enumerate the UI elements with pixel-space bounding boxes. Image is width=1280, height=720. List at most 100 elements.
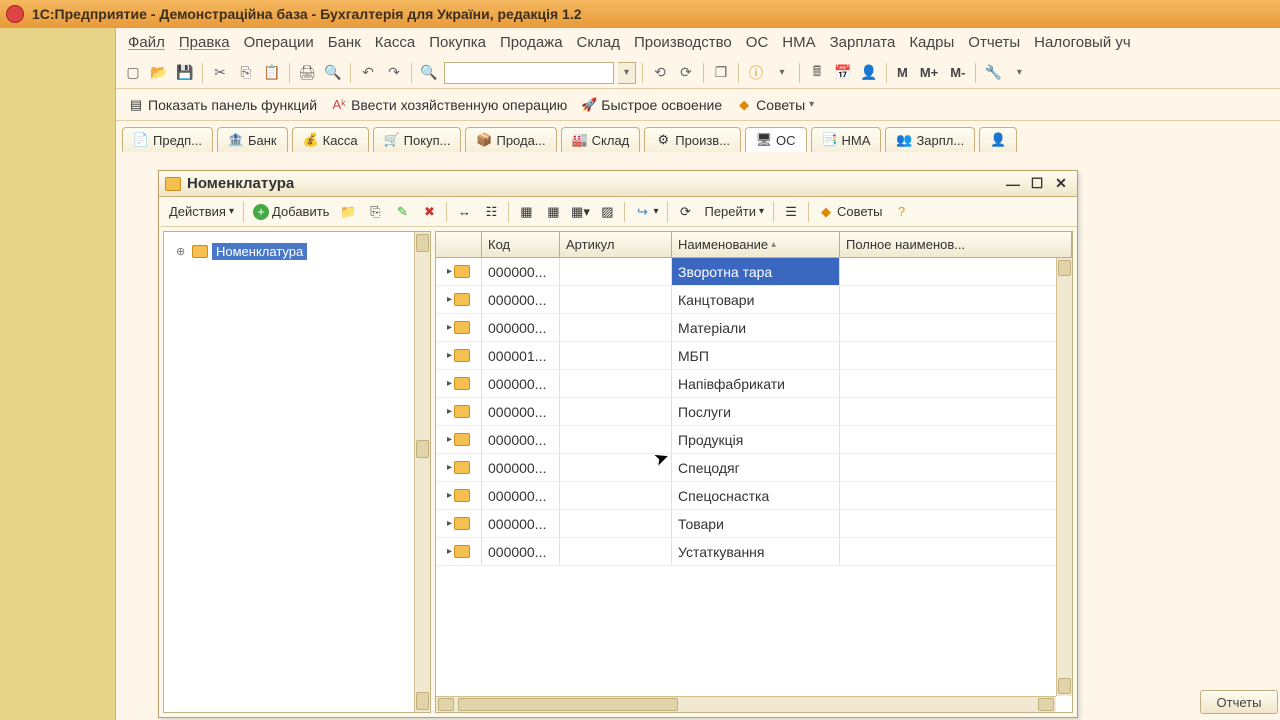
menu-warehouse[interactable]: Склад (571, 32, 626, 53)
actions-button[interactable]: Действия ▾ (165, 202, 238, 221)
menu-staff[interactable]: Кадры (903, 32, 960, 53)
tab-production[interactable]: ⚙Произв... (644, 127, 741, 152)
col-code[interactable]: Код (482, 232, 560, 257)
help-icon[interactable]: ? (890, 202, 914, 222)
table-row[interactable]: ▸000000...Послуги (436, 398, 1072, 426)
table-row[interactable]: ▸000000...Спецодяг (436, 454, 1072, 482)
table-row[interactable]: ▸000000...Устаткування (436, 538, 1072, 566)
window-titlebar[interactable]: Номенклатура — ☐ ✕ (159, 171, 1077, 197)
menu-cash[interactable]: Касса (369, 32, 421, 53)
tab-purchase[interactable]: 🛒Покуп... (373, 127, 462, 152)
move-icon[interactable]: ↔ (452, 202, 476, 222)
filter1-icon[interactable]: ▦ (514, 202, 538, 222)
delete-icon[interactable]: ✖ (417, 202, 441, 222)
tab-salary[interactable]: 👥Зарпл... (885, 127, 975, 152)
tree-root-item[interactable]: ⊕ Номенклатура (170, 240, 424, 263)
quick-start-button[interactable]: 🚀 Быстрое освоение (577, 95, 726, 115)
scroll-up-icon[interactable] (1058, 260, 1071, 276)
search-icon[interactable]: 🔍 (418, 62, 440, 84)
info-icon[interactable]: ⓘ (745, 62, 767, 84)
add-folder-icon[interactable]: 📁 (336, 202, 360, 222)
tab-cash[interactable]: 💰Касса (292, 127, 369, 152)
menu-os[interactable]: ОС (740, 32, 775, 53)
menu-bank[interactable]: Банк (322, 32, 367, 53)
tab-enterprise[interactable]: 📄Предп... (122, 127, 213, 152)
windows-icon[interactable]: ❐ (710, 62, 732, 84)
menu-nma[interactable]: НМА (776, 32, 821, 53)
col-fullname[interactable]: Полное наименов... (840, 232, 1072, 257)
calc-icon[interactable]: 🖩 (806, 62, 828, 84)
edit-icon[interactable]: ✎ (390, 202, 414, 222)
col-name[interactable]: Наименование▴ (672, 232, 840, 257)
tool-icon[interactable]: 🔧 (982, 62, 1004, 84)
menu-salary[interactable]: Зарплата (824, 32, 902, 53)
copy-icon[interactable]: ⎘ (235, 62, 257, 84)
maximize-button[interactable]: ☐ (1027, 175, 1047, 193)
scroll-left-icon[interactable] (438, 698, 454, 711)
minimize-button[interactable]: — (1003, 175, 1023, 193)
nav-icon[interactable]: ↪▾ (630, 202, 662, 222)
hierarchy-icon[interactable]: ☷ (479, 202, 503, 222)
col-icon[interactable] (436, 232, 482, 257)
info-dropdown-icon[interactable]: ▾ (771, 62, 793, 84)
tree-scrollbar[interactable] (414, 232, 430, 712)
menu-operations[interactable]: Операции (238, 32, 320, 53)
menu-sale[interactable]: Продажа (494, 32, 569, 53)
table-row[interactable]: ▸000000...Товари (436, 510, 1072, 538)
menu-production[interactable]: Производство (628, 32, 738, 53)
m-plus-button[interactable]: M+ (916, 65, 942, 80)
tab-warehouse[interactable]: 🏭Склад (561, 127, 641, 152)
filter2-icon[interactable]: ▦ (541, 202, 565, 222)
tab-more[interactable]: 👤 (979, 127, 1017, 152)
print-icon[interactable]: 🖨 (296, 62, 318, 84)
menu-reports[interactable]: Отчеты (962, 32, 1026, 53)
tab-os[interactable]: 🖥ОС (745, 127, 807, 152)
col-article[interactable]: Артикул (560, 232, 672, 257)
search-input[interactable] (444, 62, 614, 84)
scroll-thumb[interactable] (416, 440, 429, 458)
copy-row-icon[interactable]: ⎘ (363, 202, 387, 222)
open-icon[interactable]: 📂 (148, 62, 170, 84)
redo-icon[interactable]: ↷ (383, 62, 405, 84)
menu-edit[interactable]: Правка (173, 32, 236, 53)
m-button[interactable]: M (893, 65, 912, 80)
tab-sale[interactable]: 📦Прода... (465, 127, 556, 152)
tips-button[interactable]: ◆ Советы ▾ (732, 95, 818, 115)
save-icon[interactable]: 💾 (174, 62, 196, 84)
nav-prev-icon[interactable]: ⟲ (649, 62, 671, 84)
show-panel-button[interactable]: ▤ Показать панель функций (124, 95, 321, 115)
grid-hscrollbar[interactable] (436, 696, 1056, 712)
tab-nma[interactable]: 📑НМА (811, 127, 882, 152)
close-button[interactable]: ✕ (1051, 175, 1071, 193)
goto-button[interactable]: Перейти ▾ (700, 202, 768, 221)
nav-next-icon[interactable]: ⟳ (675, 62, 697, 84)
tab-bank[interactable]: 🏦Банк (217, 127, 288, 152)
scroll-right-icon[interactable] (1038, 698, 1054, 711)
add-button[interactable]: + Добавить (249, 202, 333, 222)
table-row[interactable]: ▸000000...Канцтовари (436, 286, 1072, 314)
table-row[interactable]: ▸000000...Спецоснастка (436, 482, 1072, 510)
expand-icon[interactable]: ⊕ (176, 245, 188, 258)
reports-button[interactable]: Отчеты (1200, 690, 1278, 714)
scroll-up-icon[interactable] (416, 234, 429, 252)
list-icon[interactable]: ☰ (779, 202, 803, 222)
tips-button-inner[interactable]: ◆ Советы (814, 202, 886, 222)
enter-operation-button[interactable]: Aᵏ Ввести хозяйственную операцию (327, 95, 571, 115)
menu-purchase[interactable]: Покупка (423, 32, 492, 53)
table-row[interactable]: ▸000000...Зворотна тара (436, 258, 1072, 286)
new-doc-icon[interactable]: ▢ (122, 62, 144, 84)
scroll-down-icon[interactable] (416, 692, 429, 710)
table-row[interactable]: ▸000001...МБП (436, 342, 1072, 370)
m-minus-button[interactable]: M- (946, 65, 969, 80)
paste-icon[interactable]: 📋 (261, 62, 283, 84)
user-icon[interactable]: 👤 (858, 62, 880, 84)
undo-icon[interactable]: ↶ (357, 62, 379, 84)
scroll-thumb[interactable] (458, 698, 678, 711)
preview-icon[interactable]: 🔍 (322, 62, 344, 84)
tool-dropdown-icon[interactable]: ▾ (1008, 62, 1030, 84)
cut-icon[interactable]: ✂ (209, 62, 231, 84)
search-dropdown-icon[interactable]: ▾ (618, 62, 636, 84)
scroll-down-icon[interactable] (1058, 678, 1071, 694)
table-row[interactable]: ▸000000...Напівфабрикати (436, 370, 1072, 398)
filter-off-icon[interactable]: ▨ (595, 202, 619, 222)
